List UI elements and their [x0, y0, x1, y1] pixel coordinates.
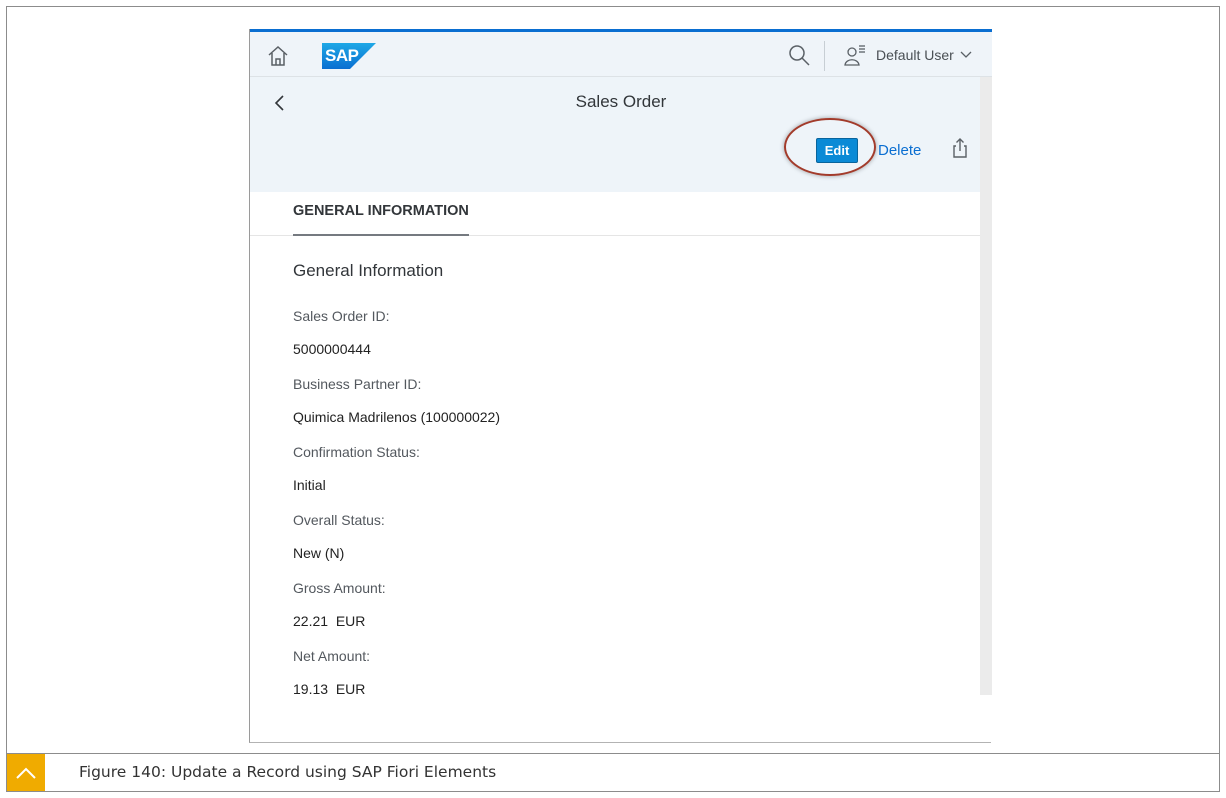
- page-title: Sales Order: [575, 92, 667, 111]
- figure-caption-bar: Figure 140: Update a Record using SAP Fi…: [7, 753, 1219, 791]
- app-screenshot: SAP Default User Sales Order Edit Delete…: [249, 29, 992, 743]
- user-name: Default User: [876, 47, 954, 63]
- object-page-header: Sales Order Edit Delete: [250, 77, 992, 192]
- field-label-business-partner-id: Business Partner ID:: [293, 376, 422, 392]
- shell-bar: SAP Default User: [250, 29, 992, 77]
- anchor-bar: GENERAL INFORMATION: [250, 192, 980, 236]
- figure-frame: SAP Default User Sales Order Edit Delete…: [6, 6, 1220, 792]
- shell-divider: [824, 41, 825, 71]
- field-label-net-amount: Net Amount:: [293, 648, 371, 664]
- field-label-confirmation-status: Confirmation Status:: [293, 444, 420, 460]
- field-value-overall-status: New (N): [293, 545, 345, 561]
- section-title: General Information: [293, 261, 444, 280]
- field-label-gross-amount: Gross Amount:: [293, 580, 386, 596]
- field-value-business-partner-id: Quimica Madrilenos (100000022): [293, 409, 500, 425]
- field-label-sales-order-id: Sales Order ID:: [293, 308, 390, 324]
- edit-button[interactable]: Edit: [816, 138, 858, 163]
- user-menu[interactable]: Default User: [844, 42, 972, 68]
- chevron-up-icon: [16, 767, 36, 779]
- field-value-net-amount: 19.13 EUR: [293, 681, 366, 697]
- collapse-figure-button[interactable]: [7, 754, 45, 791]
- share-button[interactable]: [950, 137, 970, 159]
- field-label-overall-status: Overall Status:: [293, 512, 385, 528]
- home-icon: [268, 45, 288, 66]
- delete-button[interactable]: Delete: [878, 142, 921, 159]
- figure-caption: Figure 140: Update a Record using SAP Fi…: [79, 763, 497, 781]
- home-button[interactable]: [266, 44, 290, 68]
- share-icon: [953, 138, 967, 158]
- field-value-gross-amount: 22.21 EUR: [293, 613, 366, 629]
- vertical-scrollbar[interactable]: [980, 77, 992, 695]
- sap-logo[interactable]: SAP: [322, 43, 376, 74]
- search-button[interactable]: [787, 43, 811, 67]
- field-value-sales-order-id: 5000000444: [293, 341, 371, 357]
- sap-logo-text: SAP: [325, 46, 359, 65]
- search-icon: [789, 45, 810, 66]
- chevron-down-icon: [960, 51, 972, 58]
- field-value-confirmation-status: Initial: [293, 477, 326, 493]
- user-icon: [844, 45, 865, 66]
- tab-general-information[interactable]: GENERAL INFORMATION: [293, 192, 469, 236]
